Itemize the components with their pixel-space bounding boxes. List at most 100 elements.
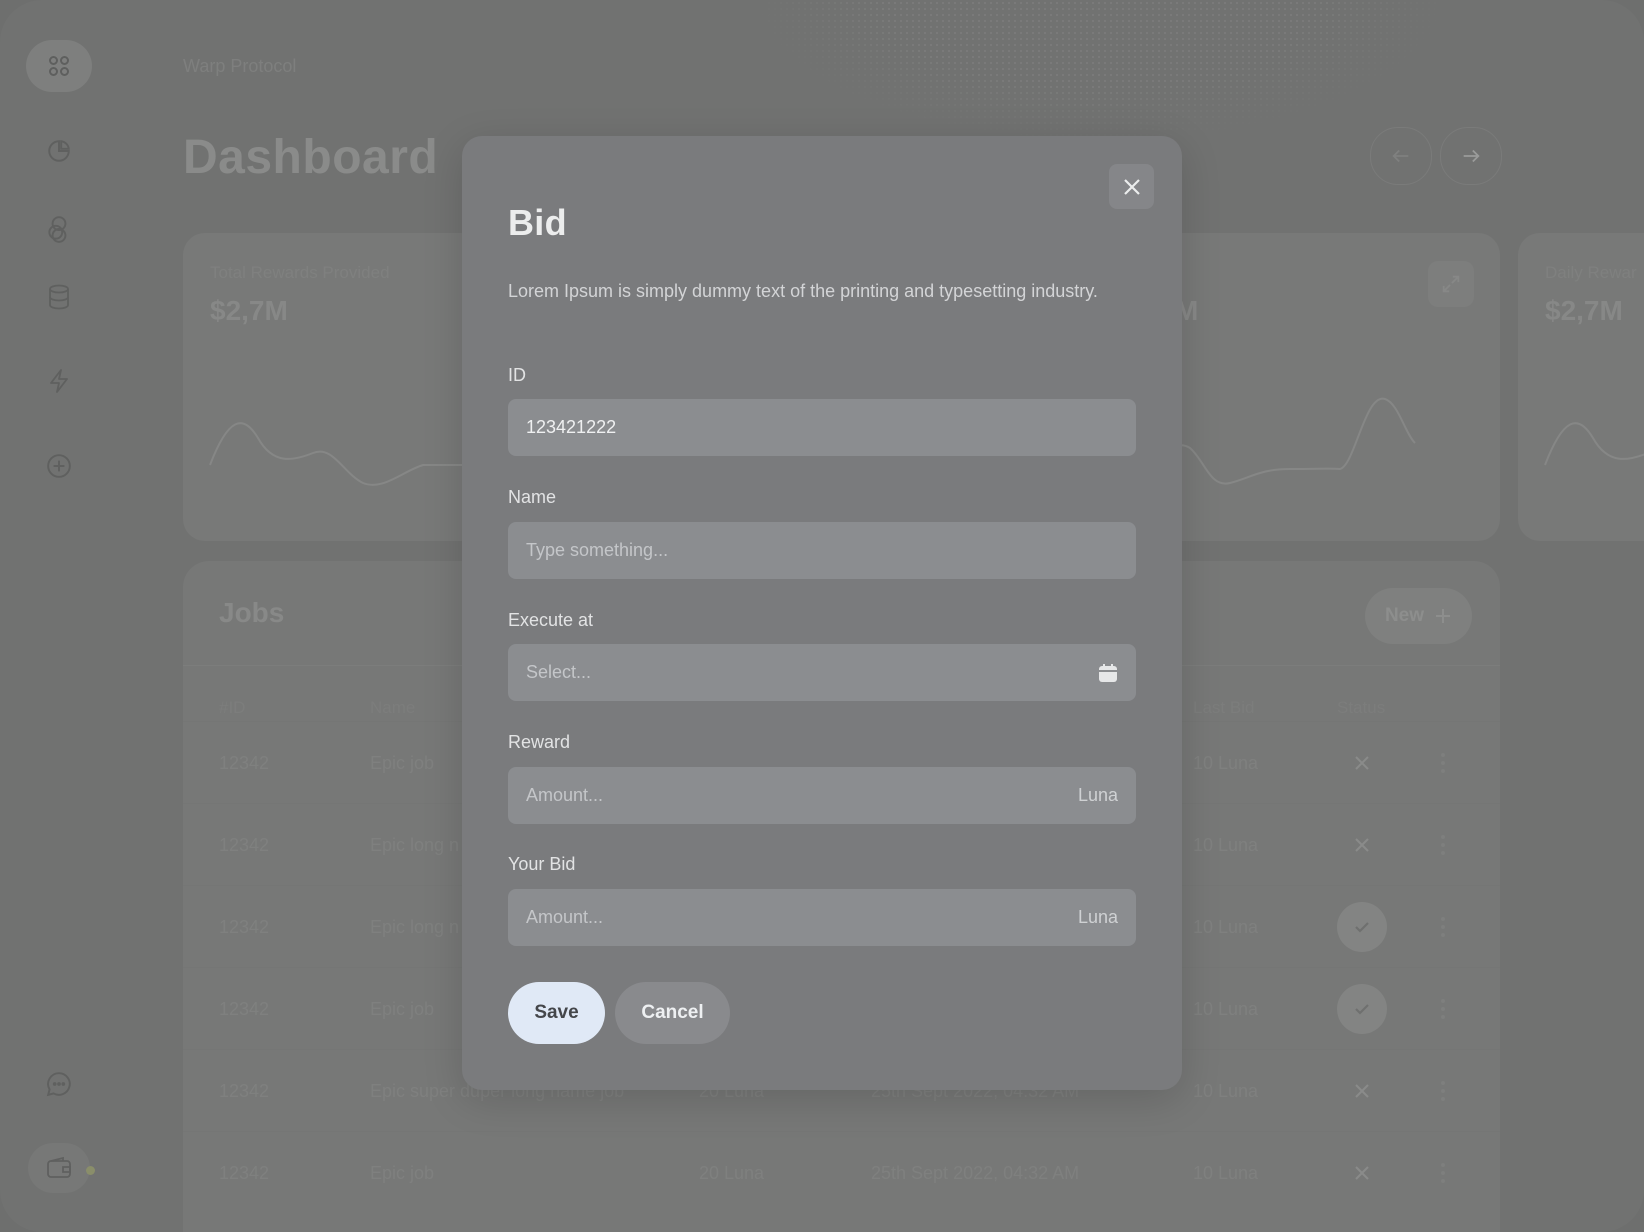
row-reward: 20 Luna (699, 1163, 765, 1183)
row-name: Epic job (370, 753, 435, 773)
close-icon (1123, 178, 1140, 195)
status-failed-badge (1337, 738, 1387, 788)
row-menu-icon[interactable] (1433, 1156, 1453, 1190)
status-failed-badge (1337, 1148, 1387, 1198)
sidebar-item-chat[interactable] (45, 1070, 73, 1098)
row-id: 12342 (219, 1163, 270, 1183)
sidebar (0, 0, 118, 1232)
reward-field[interactable]: Amount... Luna (508, 767, 1136, 824)
row-menu-icon[interactable] (1433, 910, 1453, 944)
grid-icon (49, 56, 69, 76)
status-failed-badge (1337, 1066, 1387, 1116)
id-value: 123421222 (526, 417, 617, 437)
sidebar-item-data[interactable] (45, 283, 73, 311)
status-done-badge (1337, 902, 1387, 952)
name-label: Name (508, 487, 557, 507)
id-label: ID (508, 365, 526, 385)
lightning-icon (50, 369, 68, 393)
stat-card: Daily Rewar $2,7M (1518, 233, 1644, 541)
row-id: 12342 (219, 835, 270, 855)
wallet-status-dot (86, 1166, 95, 1175)
calendar-icon[interactable] (1098, 663, 1118, 683)
row-id: 12342 (219, 1081, 270, 1101)
background-pattern (760, 0, 1440, 140)
execute-at-label: Execute at (508, 610, 594, 630)
cancel-button[interactable]: Cancel (615, 982, 730, 1044)
column-status: Status (1337, 698, 1386, 717)
overlap-circles-icon (48, 216, 67, 243)
row-name: Epic job (370, 1163, 435, 1183)
app-window: Warp Protocol Dashboard Total Rewards Pr… (0, 0, 1644, 1232)
sparkline (1130, 397, 1416, 485)
x-icon (1355, 1166, 1369, 1180)
column-id: #ID (219, 698, 246, 717)
prev-button[interactable] (1370, 127, 1432, 185)
sidebar-item-create[interactable] (45, 452, 73, 480)
check-icon (1355, 922, 1369, 933)
status-failed-badge (1337, 820, 1387, 870)
chat-icon (46, 1072, 71, 1097)
row-last-bid: 10 Luna (1193, 1081, 1259, 1101)
modal-description: Lorem Ipsum is simply dummy text of the … (508, 281, 1098, 301)
row-menu-icon[interactable] (1433, 992, 1453, 1026)
new-job-button[interactable]: New (1365, 588, 1472, 644)
wallet-button[interactable] (28, 1143, 90, 1193)
row-last-bid: 10 Luna (1193, 917, 1259, 937)
row-last-bid: 10 Luna (1193, 753, 1259, 773)
execute-at-placeholder: Select... (526, 662, 592, 682)
reward-label: Reward (508, 732, 571, 752)
plus-circle-icon (47, 454, 71, 478)
plus-icon (1436, 609, 1451, 623)
row-name: Epic job (370, 999, 435, 1019)
your-bid-currency: Luna (1077, 907, 1118, 927)
table-row[interactable]: 12342 Epic job 20 Luna 25th Sept 2022, 04:3… (183, 1131, 1500, 1214)
row-last-bid: 10 Luna (1193, 835, 1259, 855)
save-button[interactable]: Save (508, 982, 605, 1044)
jobs-title: Jobs (219, 597, 285, 628)
bid-modal: Bid Lorem Ipsum is simply dummy text of … (462, 136, 1182, 1090)
sparkline (209, 422, 483, 486)
row-menu-icon[interactable] (1433, 746, 1453, 780)
row-menu-icon[interactable] (1433, 828, 1453, 862)
menu-button[interactable] (26, 40, 92, 92)
row-id: 12342 (219, 753, 270, 773)
column-last-bid: Last Bid (1193, 698, 1255, 717)
row-id: 12342 (219, 999, 270, 1019)
x-icon (1355, 1084, 1369, 1098)
your-bid-field[interactable]: Amount... Luna (508, 889, 1136, 946)
page-title: Dashboard (183, 131, 439, 184)
row-name: Epic long n (370, 917, 460, 937)
wallet-icon (47, 1156, 71, 1178)
name-placeholder: Type something... (526, 540, 669, 560)
database-icon (49, 284, 69, 310)
close-button[interactable] (1109, 164, 1154, 209)
row-id: 12342 (219, 917, 270, 937)
arrow-right-icon (1463, 149, 1480, 163)
stat-card: M (1130, 233, 1500, 541)
column-name: Name (370, 698, 416, 717)
x-icon (1355, 756, 1369, 770)
row-last-bid: 10 Luna (1193, 999, 1259, 1019)
row-name: Epic long n (370, 835, 460, 855)
sidebar-item-jobs[interactable] (45, 367, 73, 395)
row-menu-icon[interactable] (1433, 1074, 1453, 1108)
id-field[interactable]: 123421222 (508, 399, 1136, 456)
your-bid-placeholder: Amount... (526, 907, 604, 927)
stat-card: Total Rewards Provided $2,7M (183, 233, 483, 541)
sidebar-item-pools[interactable] (45, 215, 73, 243)
status-done-badge (1337, 984, 1387, 1034)
breadcrumb: Warp Protocol (183, 56, 297, 76)
x-icon (1355, 838, 1369, 852)
sidebar-item-stats[interactable] (45, 137, 73, 165)
row-last-bid: 10 Luna (1193, 1163, 1259, 1183)
reward-placeholder: Amount... (526, 785, 604, 805)
name-field[interactable]: Type something... (508, 522, 1136, 579)
execute-at-field[interactable]: Select... (508, 644, 1136, 701)
check-icon (1355, 1004, 1369, 1015)
row-date: 25th Sept 2022, 04:32 AM (871, 1163, 1080, 1183)
arrow-left-icon (1392, 149, 1409, 163)
new-job-label: New (1384, 605, 1425, 626)
next-button[interactable] (1440, 127, 1502, 185)
sparkline (1544, 422, 1644, 466)
pie-chart-icon (48, 140, 70, 162)
